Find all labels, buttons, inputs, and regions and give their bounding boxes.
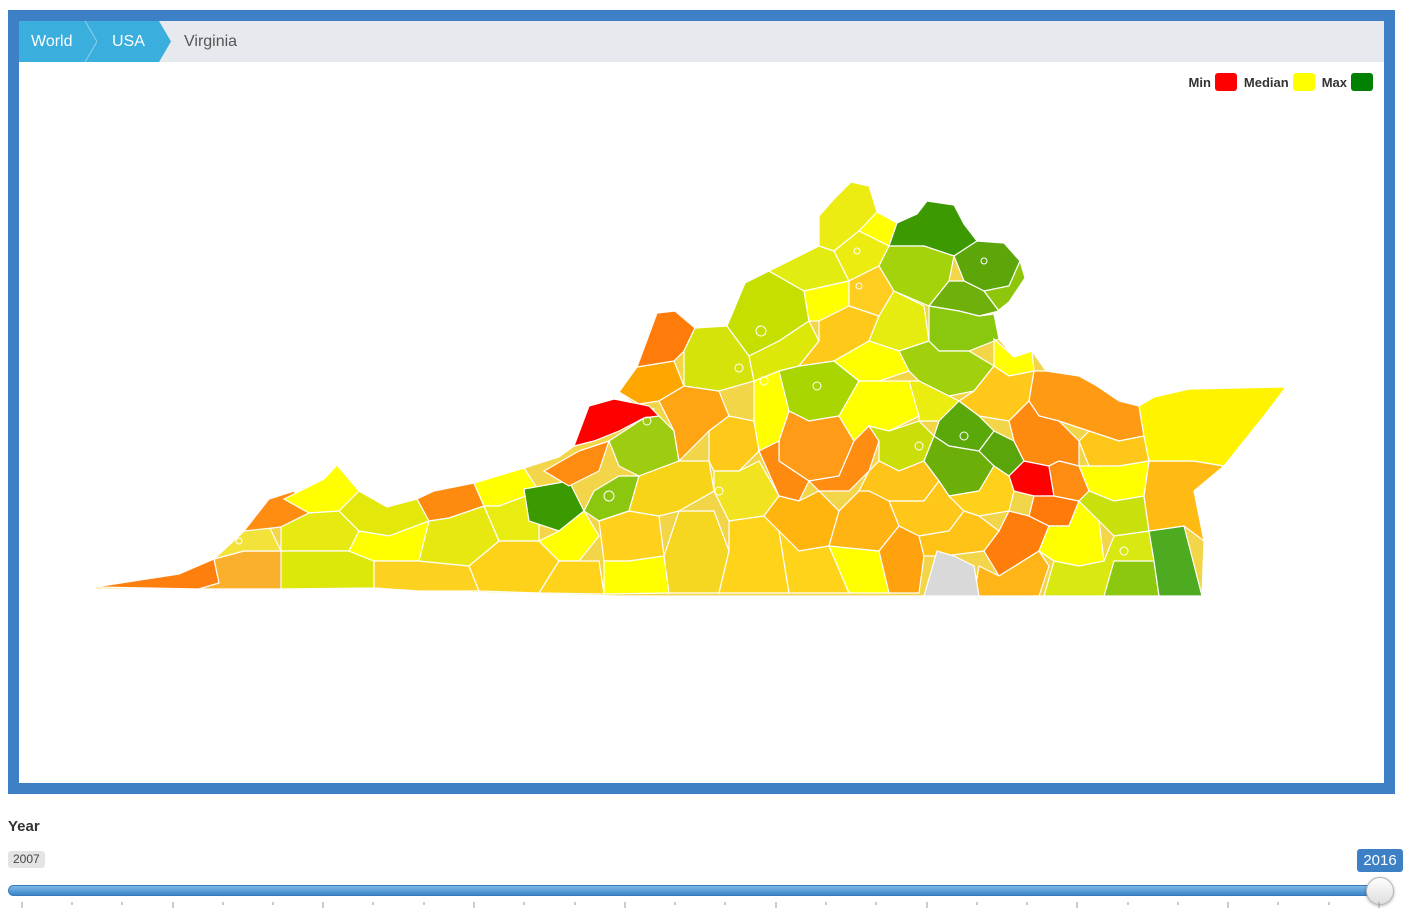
breadcrumb-world[interactable]: World	[19, 21, 97, 62]
map-panel: USA World Virginia Min Median Max	[8, 10, 1395, 794]
year-slider-track[interactable]	[8, 885, 1383, 896]
county-region[interactable]	[598, 510, 665, 562]
year-label: Year	[8, 818, 40, 835]
map-canvas: USA World Virginia Min Median Max	[19, 21, 1384, 783]
slider-ticks	[21, 902, 1380, 908]
breadcrumb-world-label: World	[31, 33, 73, 50]
county-region[interactable]	[1138, 386, 1288, 467]
county-region[interactable]	[94, 558, 220, 590]
year-slider-handle[interactable]	[1366, 877, 1394, 905]
breadcrumb-current: Virginia	[184, 33, 238, 50]
county-region[interactable]	[1103, 560, 1160, 597]
virginia-county-map	[94, 181, 1288, 597]
slider-min-value: 2007	[8, 851, 45, 868]
county-region[interactable]	[280, 550, 375, 590]
county-region[interactable]	[603, 555, 670, 595]
slider-current-value: 2016	[1357, 849, 1403, 872]
breadcrumb: USA World Virginia	[19, 21, 1384, 62]
